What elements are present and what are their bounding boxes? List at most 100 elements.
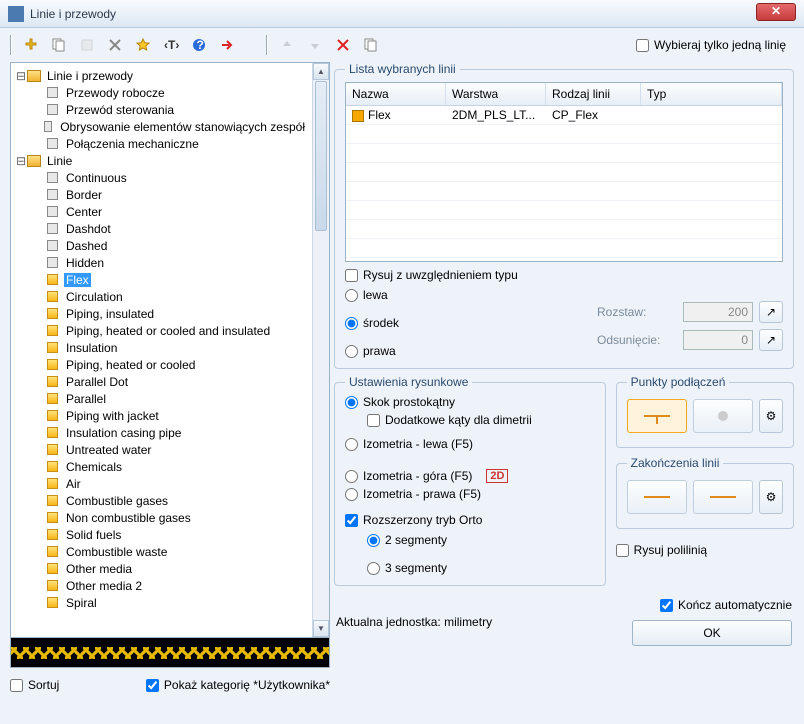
linetype-icon [47, 138, 58, 149]
scrollbar[interactable]: ▲ ▼ [312, 63, 329, 637]
tree-node[interactable]: Przewody robocze [15, 84, 307, 101]
conn-point-settings-button[interactable]: ⚙ [759, 399, 783, 433]
draw-with-type-checkbox[interactable]: Rysuj z uwzględnieniem typu [345, 268, 518, 282]
tree-node[interactable]: Non combustible gases [15, 509, 307, 526]
show-category-checkbox[interactable]: Pokaż kategorię *Użytkownika* [146, 678, 330, 692]
seg2-radio[interactable]: 2 segmenty [367, 533, 595, 547]
tree-node[interactable]: ⊟ Linie i przewody [15, 67, 307, 84]
select-one-checkbox[interactable]: Wybieraj tylko jedną linię [636, 38, 786, 52]
ortho-checkbox[interactable]: Rozszerzony tryb Orto [345, 513, 595, 527]
iso-top-radio[interactable]: Izometria - góra (F5) [345, 469, 472, 483]
tree-node[interactable]: Obrysowanie elementów stanowiących zespó… [15, 118, 307, 135]
auto-end-checkbox[interactable]: Kończ automatycznie [660, 598, 792, 612]
connection-points-group: Punkty podłączeń ⚙ [616, 375, 794, 448]
tree-node[interactable]: Circulation [15, 288, 307, 305]
extra-angles-checkbox[interactable]: Dodatkowe kąty dla dimetrii [367, 413, 595, 427]
align-left-radio[interactable]: lewa [345, 288, 399, 302]
expander-icon[interactable]: ⊟ [15, 69, 27, 83]
align-right-radio[interactable]: prawa [345, 344, 399, 358]
tree-node[interactable]: Combustible gases [15, 492, 307, 509]
tree-node[interactable]: Hidden [15, 254, 307, 271]
tree-node[interactable]: Insulation casing pipe [15, 424, 307, 441]
tree-node[interactable]: Insulation [15, 339, 307, 356]
conn-point-tee-button[interactable] [627, 399, 687, 433]
tree-node[interactable]: Parallel Dot [15, 373, 307, 390]
lines-grid[interactable]: Nazwa Warstwa Rodzaj linii Typ Flex2DM_P… [345, 82, 783, 262]
rect-step-radio[interactable]: Skok prostokątny [345, 395, 595, 409]
text-button[interactable]: ‹T› [158, 34, 184, 56]
end-style-2-button[interactable] [693, 480, 753, 514]
tree-node-label: Obrysowanie elementów stanowiących zespó… [58, 120, 307, 134]
tree-node[interactable]: Chemicals [15, 458, 307, 475]
tree-node-label: Parallel [64, 392, 108, 406]
scroll-down[interactable]: ▼ [313, 620, 329, 637]
tree-node[interactable]: Piping, heated or cooled and insulated [15, 322, 307, 339]
favorite-button[interactable] [130, 34, 156, 56]
tree-node-label: Combustible gases [64, 494, 170, 508]
expander-icon[interactable]: ⊟ [15, 154, 27, 168]
tree-node[interactable]: Other media 2 [15, 577, 307, 594]
tree-node-label: Linie i przewody [45, 69, 135, 83]
paste-button[interactable] [74, 34, 100, 56]
tree-node[interactable]: Połączenia mechaniczne [15, 135, 307, 152]
col-kind[interactable]: Rodzaj linii [546, 83, 641, 105]
up-button[interactable] [274, 34, 300, 56]
tree-node[interactable]: Continuous [15, 169, 307, 186]
iso-left-radio[interactable]: Izometria - lewa (F5) [345, 437, 595, 451]
align-center-radio[interactable]: środek [345, 316, 399, 330]
col-layer[interactable]: Warstwa [446, 83, 546, 105]
spacing-input [683, 302, 753, 322]
run-button[interactable] [214, 34, 240, 56]
scroll-up[interactable]: ▲ [313, 63, 329, 80]
help-button[interactable]: ? [186, 34, 212, 56]
col-type[interactable]: Typ [641, 83, 782, 105]
iso-right-radio[interactable]: Izometria - prawa (F5) [345, 487, 595, 501]
tree-node-label: Piping, heated or cooled [64, 358, 197, 372]
tree-node[interactable]: Piping, heated or cooled [15, 356, 307, 373]
seg3-radio[interactable]: 3 segmenty [367, 561, 595, 575]
tree-node[interactable]: Untreated water [15, 441, 307, 458]
sort-checkbox[interactable]: Sortuj [10, 678, 59, 692]
table-row[interactable]: Flex2DM_PLS_LT...CP_Flex [346, 106, 782, 125]
tree-node[interactable]: Dashdot [15, 220, 307, 237]
tree-node[interactable]: Flex [15, 271, 307, 288]
tree-node[interactable]: Combustible waste [15, 543, 307, 560]
delete-button[interactable] [102, 34, 128, 56]
remove-button[interactable] [330, 34, 356, 56]
tree-node[interactable]: Piping with jacket [15, 407, 307, 424]
tree-node[interactable]: Spiral [15, 594, 307, 611]
tree-node[interactable]: Piping, insulated [15, 305, 307, 322]
tree-node[interactable]: Parallel [15, 390, 307, 407]
tree-node[interactable]: Center [15, 203, 307, 220]
tree-node[interactable]: Dashed [15, 237, 307, 254]
polyline-checkbox[interactable]: Rysuj polilinią [616, 543, 794, 557]
end-style-1-button[interactable] [627, 480, 687, 514]
end-settings-button[interactable]: ⚙ [759, 480, 783, 514]
tree-node[interactable]: Przewód sterowania [15, 101, 307, 118]
tree-node-label: Spiral [64, 596, 99, 610]
copy-button[interactable] [46, 34, 72, 56]
offset-pick-button[interactable]: ↗ [759, 329, 783, 351]
linetype-icon [47, 308, 58, 319]
col-name[interactable]: Nazwa [346, 83, 446, 105]
tree-node[interactable]: Border [15, 186, 307, 203]
tree-node[interactable]: ⊟Linie [15, 152, 307, 169]
table-row [346, 144, 782, 163]
copy2-button[interactable] [358, 34, 384, 56]
tree-node-label: Insulation casing pipe [64, 426, 183, 440]
tree-node[interactable]: Other media [15, 560, 307, 577]
tree-node-label: Border [64, 188, 104, 202]
conn-point-dot-button[interactable] [693, 399, 753, 433]
tree[interactable]: ⊟ Linie i przewodyPrzewody roboczePrzewód… [10, 62, 330, 638]
add-button[interactable] [18, 34, 44, 56]
linetype-icon [47, 495, 58, 506]
close-button[interactable]: ✕ [756, 3, 796, 21]
ok-button[interactable]: OK [632, 620, 792, 646]
tree-node[interactable]: Solid fuels [15, 526, 307, 543]
folder-icon [27, 155, 41, 167]
spacing-pick-button[interactable]: ↗ [759, 301, 783, 323]
scroll-thumb[interactable] [315, 81, 327, 231]
tree-node[interactable]: Air [15, 475, 307, 492]
down-button[interactable] [302, 34, 328, 56]
line-endings-group: Zakończenia linii ⚙ [616, 456, 794, 529]
